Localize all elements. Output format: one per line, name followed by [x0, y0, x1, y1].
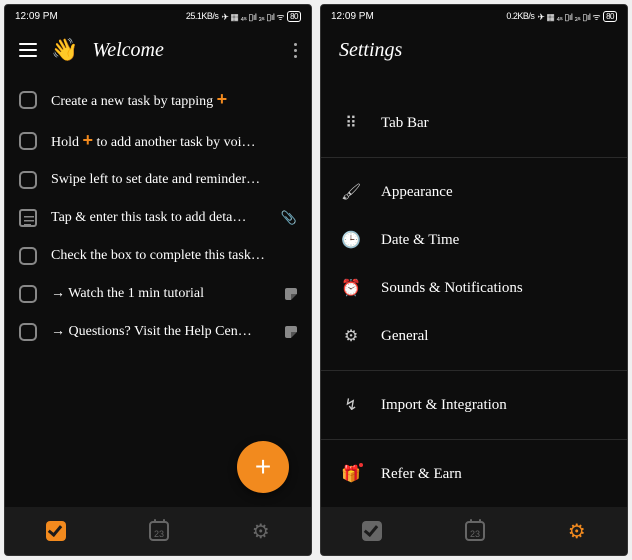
task-text: → Watch the 1 min tutorial [51, 286, 271, 302]
main-area: Create a new task by tapping + Hold + to… [5, 73, 311, 507]
settings-item-refer[interactable]: 🎁 Refer & Earn [321, 450, 627, 498]
plus-icon: + [83, 130, 94, 150]
import-icon: ↯ [341, 395, 361, 415]
brush-icon: 🖌 [341, 182, 361, 202]
task-text: Tap & enter this task to add deta… [51, 210, 267, 226]
task-text: Check the box to complete this task… [51, 248, 297, 264]
task-text: Create a new task by tapping + [51, 89, 297, 110]
task-row[interactable]: → Questions? Visit the Help Cen… [5, 313, 311, 351]
settings-label: Date & Time [381, 232, 459, 249]
more-icon[interactable] [294, 43, 297, 58]
checkbox-icon[interactable] [19, 132, 37, 150]
task-text: → Questions? Visit the Help Cen… [51, 324, 271, 340]
doc-icon [285, 326, 297, 338]
task-row[interactable]: Hold + to add another task by voi… [5, 120, 311, 161]
header: 👋 Welcome [5, 27, 311, 73]
clock-icon: 🕒 [341, 230, 361, 250]
gear-icon: ⚙ [568, 521, 586, 543]
note-icon[interactable] [19, 209, 37, 227]
alarm-icon: ⏰ [341, 278, 361, 298]
battery-icon: 80 [287, 11, 301, 22]
bottom-nav: 23 ⚙ [321, 507, 627, 555]
settings-label: General [381, 328, 428, 345]
status-time: 12:09 PM [331, 11, 374, 22]
checkbox-icon[interactable] [19, 247, 37, 265]
status-time: 12:09 PM [15, 11, 58, 22]
nav-settings[interactable]: ⚙ [568, 519, 586, 544]
menu-icon[interactable] [19, 43, 37, 57]
check-icon [362, 521, 382, 541]
wave-icon: 👋 [51, 37, 78, 63]
task-row[interactable]: Tap & enter this task to add deta… 📎 [5, 199, 311, 237]
settings-item-appearance[interactable]: 🖌 Appearance [321, 168, 627, 216]
phone-right: 12:09 PM 0.2KB/s ✈ ▦ ₄ₛ ▯ıl ₃ₛ ▯ıl ᯤ 80 … [320, 4, 628, 556]
status-icons: ✈ ▦ ₄ₛ ▯ıl ₃ₛ ▯ıl ᯤ [537, 10, 600, 23]
task-text: Hold + to add another task by voi… [51, 130, 297, 151]
battery-icon: 80 [603, 11, 617, 22]
task-row[interactable]: Swipe left to set date and reminder… [5, 161, 311, 199]
page-title: Settings [335, 39, 402, 62]
task-row[interactable]: Create a new task by tapping + [5, 79, 311, 120]
settings-item-sounds[interactable]: ⏰ Sounds & Notifications [321, 264, 627, 312]
settings-item-general[interactable]: ⚙ General [321, 312, 627, 360]
nav-tasks[interactable] [362, 521, 382, 541]
settings-label: Tab Bar [381, 115, 429, 132]
settings-label: Sounds & Notifications [381, 280, 523, 297]
gear-icon: ⚙ [341, 326, 361, 346]
doc-icon [285, 288, 297, 300]
settings-label: Appearance [381, 184, 453, 201]
nav-calendar[interactable]: 23 [465, 521, 485, 541]
status-bar: 12:09 PM 0.2KB/s ✈ ▦ ₄ₛ ▯ıl ₃ₛ ▯ıl ᯤ 80 [321, 5, 627, 27]
calendar-icon: 23 [149, 521, 169, 541]
plus-icon: + [217, 89, 228, 109]
nav-tasks[interactable] [46, 521, 66, 541]
checkbox-icon[interactable] [19, 171, 37, 189]
calendar-icon: 23 [465, 521, 485, 541]
checkbox-icon[interactable] [19, 91, 37, 109]
check-icon [46, 521, 66, 541]
header: Settings [321, 27, 627, 73]
phone-left: 12:09 PM 25.1KB/s ✈ ▦ ₄ₛ ▯ıl ₃ₛ ▯ıl ᯤ 80… [4, 4, 312, 556]
nav-calendar[interactable]: 23 [149, 521, 169, 541]
grid-icon: ⠿ [341, 113, 361, 133]
fab-add-button[interactable]: + [237, 441, 289, 493]
settings-item-tab-bar[interactable]: ⠿ Tab Bar [321, 99, 627, 147]
page-title: Welcome [92, 39, 280, 62]
status-bar: 12:09 PM 25.1KB/s ✈ ▦ ₄ₛ ▯ıl ₃ₛ ▯ıl ᯤ 80 [5, 5, 311, 27]
settings-list: ⠿ Tab Bar 🖌 Appearance 🕒 Date & Time ⏰ S… [321, 73, 627, 507]
settings-item-date-time[interactable]: 🕒 Date & Time [321, 216, 627, 264]
settings-label: Refer & Earn [381, 466, 462, 483]
nav-settings[interactable]: ⚙ [252, 519, 270, 544]
paperclip-icon: 📎 [281, 210, 297, 226]
task-row[interactable]: → Watch the 1 min tutorial [5, 275, 311, 313]
checkbox-icon[interactable] [19, 323, 37, 341]
settings-label: Import & Integration [381, 397, 507, 414]
gear-icon: ⚙ [252, 521, 270, 543]
status-icons: ✈ ▦ ₄ₛ ▯ıl ₃ₛ ▯ıl ᯤ [221, 10, 284, 23]
checkbox-icon[interactable] [19, 285, 37, 303]
settings-item-import[interactable]: ↯ Import & Integration [321, 381, 627, 429]
task-text: Swipe left to set date and reminder… [51, 172, 297, 188]
status-net: 25.1KB/s [186, 11, 219, 21]
bottom-nav: 23 ⚙ [5, 507, 311, 555]
gift-icon: 🎁 [341, 464, 361, 484]
status-net: 0.2KB/s [506, 11, 534, 21]
task-row[interactable]: Check the box to complete this task… [5, 237, 311, 275]
